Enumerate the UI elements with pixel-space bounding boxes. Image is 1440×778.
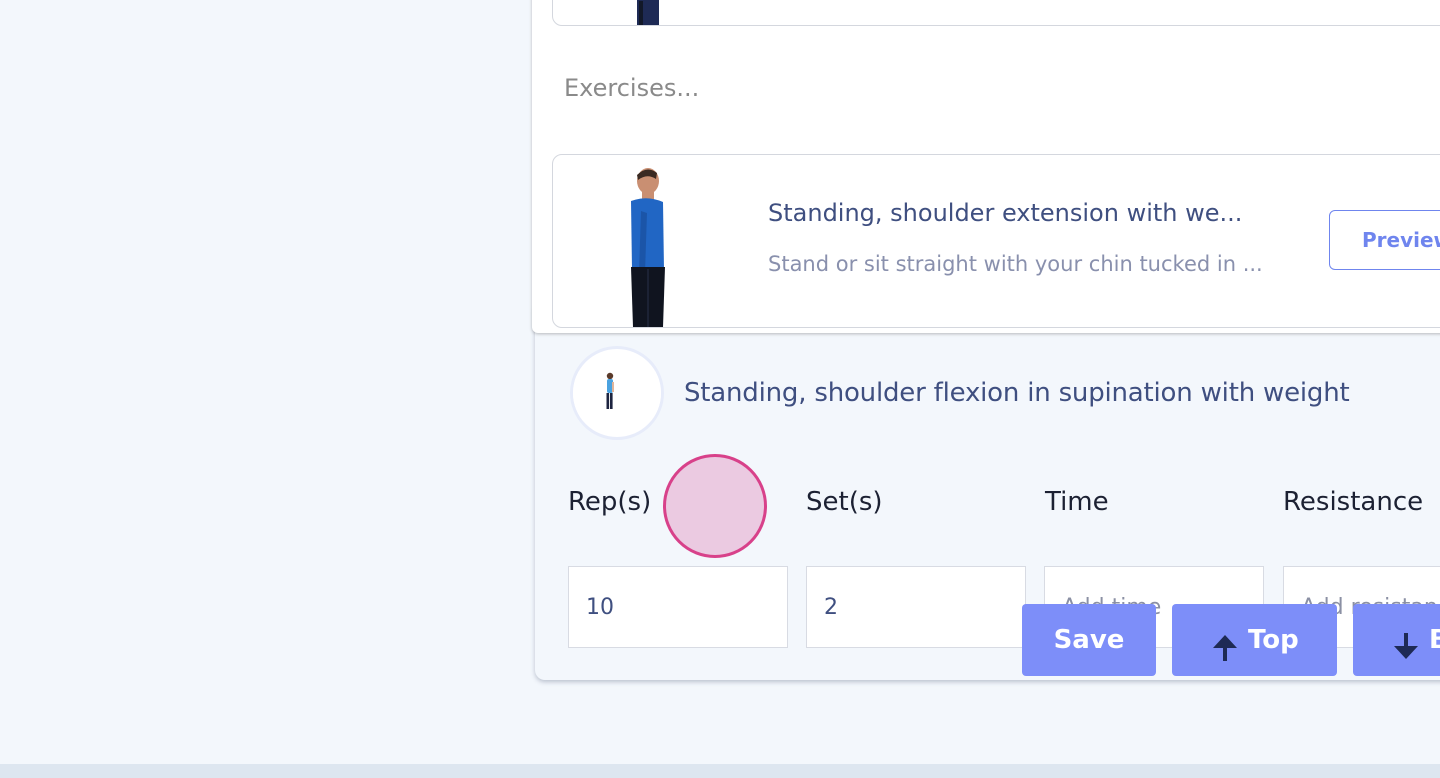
scroll-bottom-label: Bottom [1429, 625, 1440, 655]
arrow-down-icon [1391, 629, 1421, 663]
previous-result-card[interactable] [552, 0, 1440, 26]
result-description: Stand or sit straight with your chin tuc… [768, 252, 1263, 276]
exercise-title: Standing, shoulder flexion in supination… [684, 378, 1350, 408]
exercise-thumbnail-icon [631, 168, 665, 327]
resistance-label: Resistance [1283, 487, 1424, 517]
scroll-top-button[interactable]: Top [1172, 604, 1337, 676]
scroll-bottom-button[interactable]: Bottom [1353, 604, 1440, 676]
result-title: Standing, shoulder extension with we... [768, 199, 1243, 227]
reps-label: Rep(s) [568, 487, 652, 517]
preview-button[interactable]: Preview [1329, 210, 1440, 270]
exercise-result-card[interactable] [552, 154, 1440, 328]
reps-input[interactable] [568, 566, 788, 648]
scroll-top-label: Top [1248, 625, 1299, 655]
arrow-up-icon [1210, 629, 1240, 663]
bottom-strip [0, 764, 1440, 778]
touch-indicator [663, 454, 767, 558]
person-figure-icon [637, 0, 659, 25]
sets-label: Set(s) [806, 487, 883, 517]
person-figure-icon [606, 372, 614, 409]
exercise-thumbnail [570, 346, 664, 440]
exercises-section-label: Exercises... [564, 74, 700, 102]
save-button-label: Save [1053, 625, 1125, 655]
time-label: Time [1045, 487, 1109, 517]
save-button[interactable]: Save [1022, 604, 1156, 676]
sets-input[interactable] [806, 566, 1026, 648]
